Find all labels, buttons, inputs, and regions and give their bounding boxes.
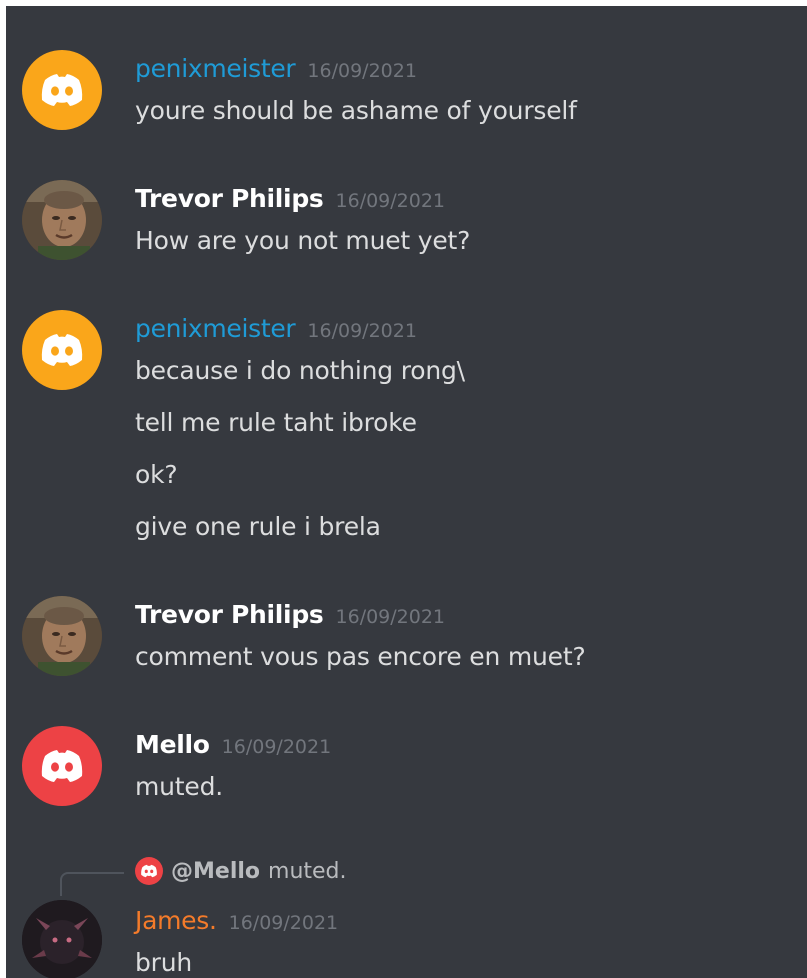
message-header: Trevor Philips 16/09/2021 [135,184,445,220]
message-text: because i do nothing rong\ [135,356,465,385]
user-avatar[interactable] [22,900,102,978]
username[interactable]: penixmeister [135,54,296,83]
message-header: Trevor Philips 16/09/2021 [135,600,445,636]
user-avatar[interactable] [22,726,102,806]
timestamp[interactable]: 16/09/2021 [307,320,417,342]
username[interactable]: Trevor Philips [135,184,324,213]
user-avatar[interactable] [22,310,102,390]
timestamp[interactable]: 16/09/2021 [336,606,446,628]
user-avatar[interactable] [22,596,102,676]
reply-text[interactable]: muted. [268,859,347,884]
message-header: Mello 16/09/2021 [135,730,331,766]
timestamp[interactable]: 16/09/2021 [229,912,339,934]
message-text: muted. [135,772,223,801]
message-text: comment vous pas encore en muet? [135,642,586,671]
message-text: ok? [135,460,178,489]
trevor-photo-avatar-icon [22,596,102,676]
timestamp[interactable]: 16/09/2021 [222,736,332,758]
username[interactable]: Mello [135,730,210,759]
username[interactable]: James. [135,906,217,935]
message-text: bruh [135,948,193,977]
message-header: James. 16/09/2021 [135,906,338,942]
message-text: give one rule i brela [135,512,381,541]
dark-creature-avatar-icon [22,900,102,978]
username[interactable]: Trevor Philips [135,600,324,629]
discord-logo-icon [41,334,83,366]
discord-logo-icon [41,750,83,782]
chat-messages-area[interactable]: penixmeister 16/09/2021 youre should be … [6,6,807,978]
timestamp[interactable]: 16/09/2021 [307,60,417,82]
message-text: youre should be ashame of yourself [135,96,577,125]
reply-preview[interactable]: @Mello muted. [135,856,347,886]
message-text: tell me rule taht ibroke [135,408,417,437]
reply-author[interactable]: @Mello [171,859,260,884]
discord-logo-small-icon [135,857,163,885]
discord-logo-icon [41,74,83,106]
reply-connector [60,872,124,896]
user-avatar[interactable] [22,50,102,130]
message-header: penixmeister 16/09/2021 [135,314,417,350]
timestamp[interactable]: 16/09/2021 [336,190,446,212]
user-avatar[interactable] [22,180,102,260]
trevor-photo-avatar-icon [22,180,102,260]
message-header: penixmeister 16/09/2021 [135,54,417,90]
username[interactable]: penixmeister [135,314,296,343]
message-text: How are you not muet yet? [135,226,471,255]
